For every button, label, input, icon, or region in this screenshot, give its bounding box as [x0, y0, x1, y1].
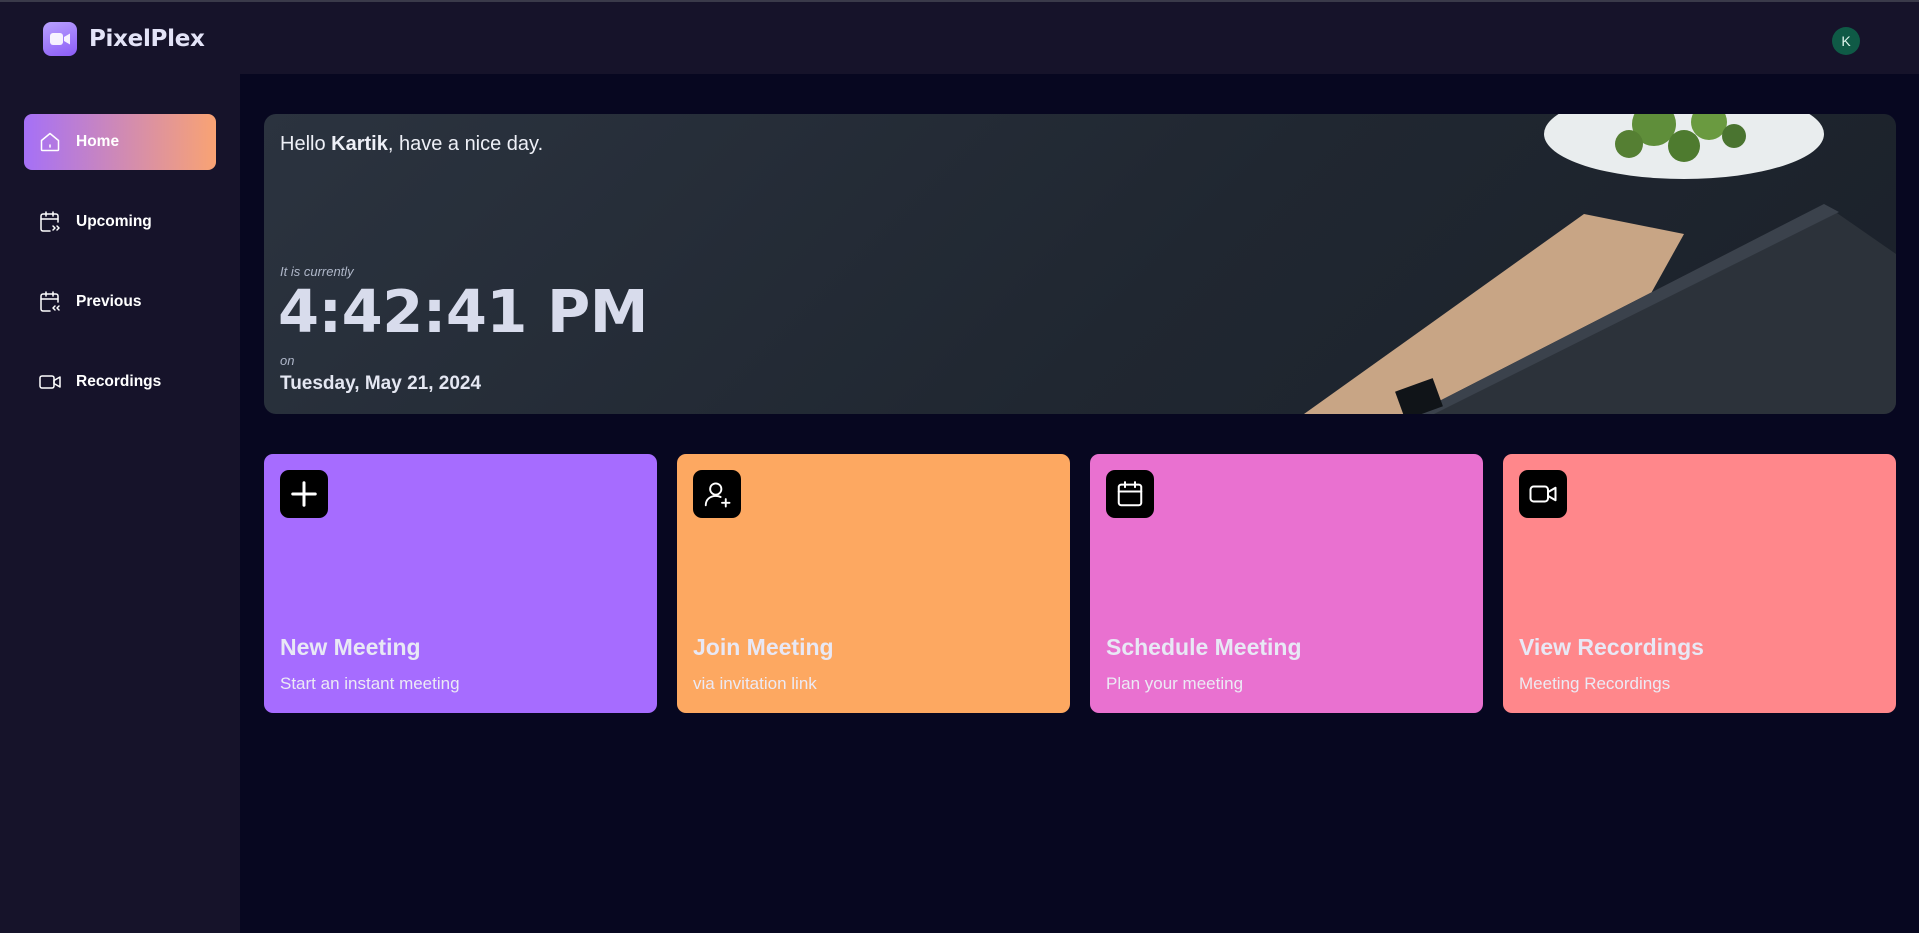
sidebar-item-recordings[interactable]: Recordings — [24, 354, 216, 410]
card-title: Join Meeting — [693, 634, 834, 660]
sidebar-item-upcoming[interactable]: Upcoming — [24, 194, 216, 250]
greeting: Hello Kartik, have a nice day. — [280, 133, 543, 156]
sidebar-item-previous[interactable]: Previous — [24, 274, 216, 330]
view-recordings-card[interactable]: View Recordings Meeting Recordings — [1503, 454, 1896, 713]
current-time: 4:42:41 PM — [278, 277, 648, 346]
card-title: Schedule Meeting — [1106, 634, 1302, 660]
calendar-icon — [1106, 470, 1154, 518]
card-subtitle: via invitation link — [693, 674, 817, 693]
plus-icon — [280, 470, 328, 518]
user-name: Kartik — [331, 133, 388, 155]
hero-background-image — [1304, 114, 1896, 414]
date-label: on — [280, 353, 295, 368]
sidebar-item-label: Recordings — [76, 373, 162, 390]
calendar-previous-icon — [40, 291, 60, 312]
sidebar-item-home[interactable]: Home — [24, 114, 216, 170]
greeting-prefix: Hello — [280, 133, 332, 155]
video-camera-icon — [43, 22, 77, 56]
home-icon — [40, 132, 60, 152]
card-subtitle: Plan your meeting — [1106, 674, 1244, 693]
new-meeting-card[interactable]: New Meeting Start an instant meeting — [264, 454, 657, 713]
app-name: PixelPlex — [89, 26, 205, 52]
hero-banner: Hello Kartik, have a nice day. It is cur… — [264, 114, 1896, 414]
video-icon — [39, 375, 61, 389]
card-subtitle: Meeting Recordings — [1519, 674, 1671, 693]
user-plus-icon — [693, 470, 741, 518]
video-icon — [1519, 470, 1567, 518]
card-subtitle: Start an instant meeting — [280, 674, 460, 693]
card-title: View Recordings — [1519, 634, 1704, 660]
greeting-suffix: , have a nice day. — [387, 133, 544, 155]
sidebar-item-label: Previous — [76, 293, 142, 310]
logo[interactable]: PixelPlex — [43, 22, 205, 56]
join-meeting-card[interactable]: Join Meeting via invitation link — [677, 454, 1070, 713]
schedule-meeting-card[interactable]: Schedule Meeting Plan your meeting — [1090, 454, 1483, 713]
sidebar-item-label: Upcoming — [76, 213, 152, 230]
sidebar-item-label: Home — [76, 133, 120, 150]
current-date: Tuesday, May 21, 2024 — [280, 373, 482, 394]
sidebar: Home Upcoming Previous Recordings — [0, 74, 240, 933]
calendar-upcoming-icon — [40, 211, 60, 232]
user-avatar[interactable]: K — [1832, 27, 1860, 55]
top-bar: PixelPlex K — [0, 0, 1919, 74]
card-title: New Meeting — [280, 634, 421, 660]
